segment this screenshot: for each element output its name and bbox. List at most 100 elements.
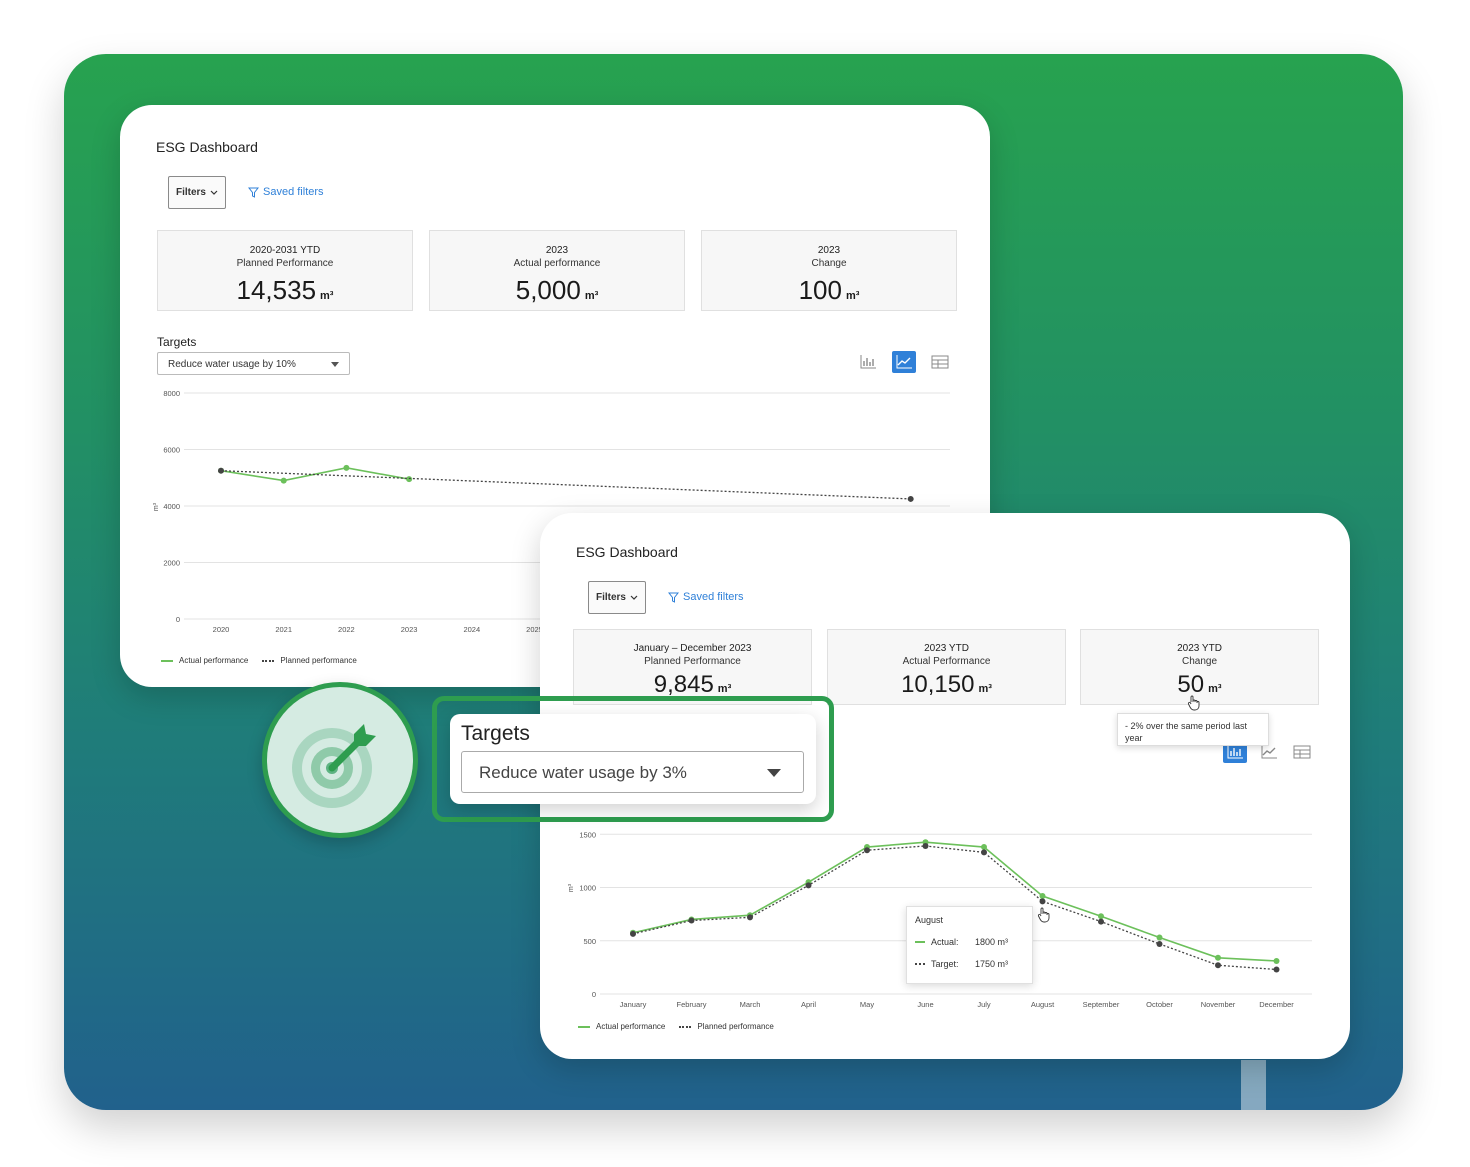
- x-tick-label: September: [1083, 1000, 1120, 1009]
- bar-chart-icon: [860, 355, 876, 369]
- tooltip-target-value: 1750 m³: [975, 959, 1009, 969]
- planned-data-point: [688, 917, 695, 924]
- dashboard-title: ESG Dashboard: [156, 139, 258, 155]
- kpi-label: Planned Performance: [644, 656, 741, 667]
- kpi-change: 2023 Change 100 m³: [701, 230, 957, 311]
- x-tick-label: March: [740, 1000, 761, 1009]
- kpi-period: 2023 YTD: [924, 643, 969, 654]
- filter-icon: [248, 187, 259, 198]
- table-view-button[interactable]: [1290, 741, 1314, 763]
- legend-actual-swatch: [578, 1025, 590, 1028]
- x-tick-label: 2024: [463, 625, 480, 634]
- chart-legend: Actual performance Planned performance: [161, 656, 357, 665]
- tooltip-target-label: Target:: [931, 959, 959, 969]
- y-tick-label: 4000: [163, 502, 180, 511]
- august-hover-tooltip: August Actual: 1800 m³ Target: 1750 m³: [906, 906, 1033, 984]
- change-tooltip: - 2% over the same period last year: [1117, 713, 1269, 746]
- kpi-value: 5,000: [515, 275, 581, 305]
- kpi-period: 2023: [817, 245, 841, 256]
- target-icon: [292, 724, 376, 808]
- y-tick-label: 0: [592, 990, 596, 999]
- kpi-label: Change: [811, 258, 847, 269]
- kpi-value: 100: [798, 275, 842, 305]
- legend-planned: Planned performance: [262, 656, 357, 665]
- legend-planned-label: Planned performance: [697, 1022, 774, 1031]
- actual-data-point: [1156, 934, 1163, 941]
- x-tick-label: June: [917, 1000, 933, 1009]
- kpi-unit: m³: [845, 290, 860, 302]
- targets-select[interactable]: Reduce water usage by 3%: [461, 751, 804, 793]
- filters-label: Filters: [175, 187, 206, 198]
- actual-data-point: [981, 844, 987, 851]
- caret-down-icon: [767, 769, 781, 777]
- x-tick-label: 2020: [213, 625, 230, 634]
- legend-actual-swatch: [161, 659, 173, 662]
- kpi-planned-performance: January – December 2023 Planned Performa…: [573, 629, 812, 705]
- tooltip-target-row: Target: 1750 m³: [915, 959, 1024, 969]
- dashboard-title: ESG Dashboard: [576, 544, 678, 560]
- kpi-label: Planned Performance: [236, 258, 334, 269]
- planned-data-point: [864, 847, 870, 854]
- actual-series-line: [220, 467, 410, 482]
- kpi-label: Actual Performance: [902, 656, 991, 667]
- line-chart-view-button[interactable]: [892, 351, 916, 373]
- legend-actual: Actual performance: [161, 656, 248, 665]
- filters-button[interactable]: Filters: [588, 581, 646, 614]
- targets-label: Targets: [157, 335, 197, 349]
- saved-filters-link[interactable]: Saved filters: [248, 186, 324, 198]
- table-icon: [931, 355, 949, 369]
- actual-data-point: [1098, 913, 1104, 920]
- saved-filters-label: Saved filters: [683, 591, 744, 603]
- filter-icon: [668, 592, 679, 603]
- x-tick-label: February: [676, 1000, 706, 1009]
- kpi-unit: m³: [717, 683, 732, 695]
- targets-select[interactable]: Reduce water usage by 10%: [157, 352, 350, 375]
- y-tick-label: 0: [176, 615, 180, 624]
- filters-label: Filters: [595, 592, 626, 603]
- kpi-value: 10,150: [901, 671, 975, 698]
- line-chart-icon: [896, 355, 912, 369]
- y-tick-label: 6000: [163, 446, 180, 455]
- kpi-planned-performance: 2020-2031 YTD Planned Performance 14,535…: [157, 230, 413, 311]
- kpi-unit: m³: [978, 683, 992, 695]
- legend-planned-swatch: [679, 1025, 692, 1028]
- kpi-unit: m³: [1208, 683, 1222, 695]
- hand-cursor-icon: [1037, 907, 1050, 923]
- background-stripe: [1241, 1060, 1266, 1110]
- planned-data-point: [630, 930, 636, 937]
- x-tick-label: 2023: [401, 625, 418, 634]
- caret-down-icon: [331, 362, 339, 367]
- y-axis-label: m³: [153, 502, 160, 511]
- tooltip-month: August: [915, 915, 944, 925]
- kpi-period: 2023: [545, 245, 569, 256]
- x-tick-label: August: [1031, 1000, 1055, 1009]
- kpi-period: 2023 YTD: [1177, 643, 1222, 654]
- saved-filters-link[interactable]: Saved filters: [668, 591, 744, 603]
- x-tick-label: October: [1146, 1000, 1173, 1009]
- bar-chart-view-button[interactable]: [856, 351, 880, 373]
- chevron-down-icon: [210, 190, 218, 195]
- x-tick-label: 2021: [275, 625, 292, 634]
- planned-data-point: [1156, 940, 1163, 947]
- actual-data-point: [1273, 957, 1280, 964]
- x-tick-label: July: [977, 1000, 991, 1009]
- targets-select-value: Reduce water usage by 10%: [168, 359, 296, 370]
- target-badge: [262, 682, 418, 838]
- tooltip-target-swatch: [915, 963, 925, 965]
- kpi-change[interactable]: 2023 YTD Change 50 m³: [1080, 629, 1319, 705]
- planned-data-point: [747, 914, 753, 921]
- x-tick-label: May: [860, 1000, 874, 1009]
- y-tick-label: 500: [583, 937, 596, 946]
- table-view-button[interactable]: [928, 351, 952, 373]
- tooltip-actual-row: Actual: 1800 m³: [915, 937, 1024, 947]
- table-icon: [1293, 745, 1311, 759]
- x-tick-label: December: [1259, 1000, 1294, 1009]
- y-tick-label: 2000: [163, 559, 180, 568]
- tooltip-actual-swatch: [915, 941, 925, 943]
- kpi-actual-performance: 2023 YTD Actual Performance 10,150 m³: [827, 629, 1066, 705]
- filters-button[interactable]: Filters: [168, 176, 226, 209]
- chart-legend: Actual performance Planned performance: [578, 1022, 774, 1031]
- kpi-value: 50: [1177, 671, 1205, 698]
- legend-actual-label: Actual performance: [596, 1022, 666, 1031]
- y-tick-label: 1500: [579, 830, 596, 839]
